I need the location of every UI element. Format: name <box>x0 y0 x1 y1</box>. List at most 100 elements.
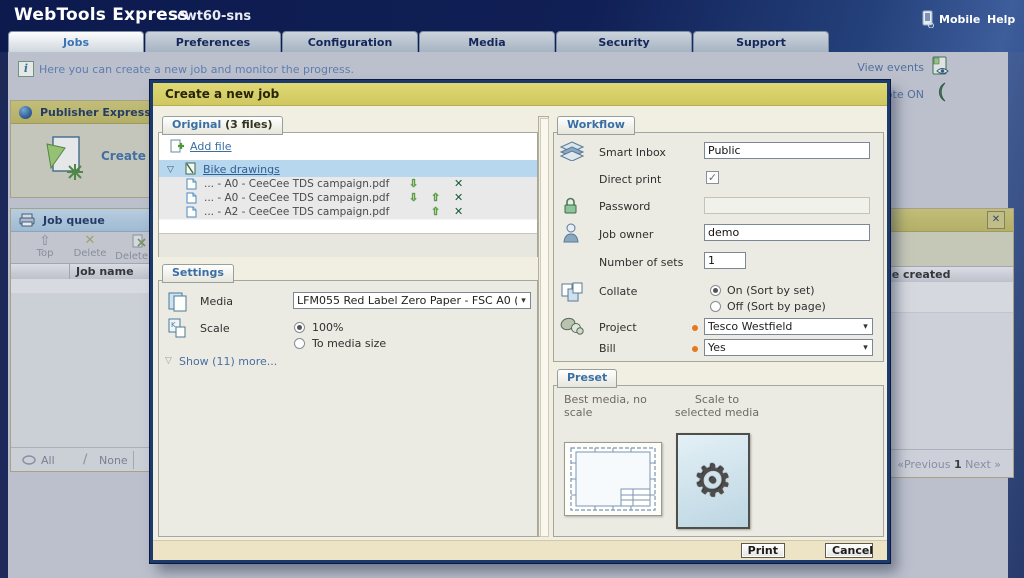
host-name: cwt60-sns <box>177 9 251 24</box>
select-none-link[interactable]: None <box>99 454 128 467</box>
delete-button[interactable]: ✕ Delete <box>67 234 113 259</box>
preset-scale-to-media-option[interactable]: ⚙ <box>676 433 750 529</box>
page-number[interactable]: 1 <box>954 458 962 471</box>
preset-group: Best media, no scale Scale to selected m… <box>553 385 884 537</box>
file-name: ... - A2 - CeeCee TDS campaign.pdf <box>204 205 389 219</box>
svg-text:K: K <box>171 321 176 329</box>
tab-preferences[interactable]: Preferences <box>145 31 281 52</box>
collate-on-label[interactable]: On (Sort by set) <box>727 284 815 297</box>
preset-best-media-option[interactable] <box>564 442 662 516</box>
project-cost-icon <box>559 315 585 335</box>
bill-select[interactable]: Yes ▾ <box>704 339 873 356</box>
project-label: Project <box>599 321 637 334</box>
printer-icon <box>19 213 35 227</box>
collate-off-label[interactable]: Off (Sort by page) <box>727 300 826 313</box>
close-panel-icon[interactable]: ✕ <box>987 211 1005 229</box>
print-button[interactable]: Print <box>741 543 785 558</box>
scrollbar-thumb[interactable] <box>540 118 549 537</box>
previous-link[interactable]: «Previous <box>897 458 950 471</box>
create-new-job-icon[interactable] <box>39 134 87 180</box>
select-none-icon: ∕ <box>83 452 87 467</box>
job-name-column[interactable]: Job name <box>76 264 134 280</box>
remove-file-icon[interactable]: ✕ <box>454 191 463 204</box>
scale-100-label[interactable]: 100% <box>312 321 343 334</box>
collate-off-radio[interactable] <box>710 301 721 312</box>
bill-required-icon <box>692 346 698 352</box>
project-required-icon <box>692 325 698 331</box>
mobile-icon <box>920 10 936 28</box>
scale-to-media-label[interactable]: To media size <box>312 337 386 350</box>
move-down-icon[interactable]: ⇩ <box>409 191 418 204</box>
remove-file-icon[interactable]: ✕ <box>454 205 463 218</box>
mobile-link[interactable]: Mobile <box>939 13 980 26</box>
scale-100-radio[interactable] <box>294 322 305 333</box>
remote-on-moon-icon <box>932 82 950 102</box>
top-button[interactable]: ⇧ Top <box>25 234 65 259</box>
file-row[interactable]: ... - A0 - CeeCee TDS campaign.pdf ⇩ ⇧ ✕ <box>159 191 537 206</box>
tab-jobs[interactable]: Jobs <box>8 31 144 52</box>
lock-icon <box>563 197 578 214</box>
number-of-sets-label: Number of sets <box>599 256 683 269</box>
original-file-count: (3 files) <box>225 118 272 131</box>
file-row[interactable]: ... - A0 - CeeCee TDS campaign.pdf ⇩ ✕ <box>159 177 537 192</box>
webtools-express-app: WebTools Express cwt60-sns Mobile Help J… <box>0 0 1024 578</box>
bill-label: Bill <box>599 342 616 355</box>
number-of-sets-input[interactable] <box>704 252 746 269</box>
info-text: Here you can create a new job and monito… <box>39 63 354 76</box>
show-more-link[interactable]: Show (11) more... <box>179 355 277 368</box>
folder-row[interactable]: ▽ Bike drawings <box>159 160 537 177</box>
show-more-expander-icon[interactable]: ▽ <box>165 356 172 366</box>
password-input <box>704 197 870 214</box>
job-owner-label: Job owner <box>599 228 653 241</box>
cancel-button[interactable]: Cancel <box>825 543 873 558</box>
tab-security[interactable]: Security <box>556 31 692 52</box>
project-select[interactable]: Tesco Westfield ▾ <box>704 318 873 335</box>
app-title: WebTools Express <box>14 5 189 25</box>
remove-file-icon[interactable]: ✕ <box>454 177 463 190</box>
publisher-express-icon <box>19 106 32 119</box>
workflow-tab: Workflow <box>557 116 635 135</box>
document-icon <box>186 206 197 218</box>
view-events-icon[interactable] <box>930 56 952 78</box>
add-file-link[interactable]: Add file <box>190 140 232 153</box>
folder-name-link[interactable]: Bike drawings <box>203 161 280 178</box>
delete-all-icon <box>131 234 147 248</box>
dialog-footer: Print Cancel <box>153 540 887 560</box>
job-owner-input[interactable] <box>704 224 870 241</box>
move-down-icon[interactable]: ⇩ <box>409 177 418 190</box>
create-new-job-dialog: Create a new job Original (3 files) Add … <box>150 80 890 563</box>
settings-tab: Settings <box>162 264 234 283</box>
media-select[interactable]: LFM055 Red Label Zero Paper - FSC A0 (84… <box>293 292 531 309</box>
collate-on-radio[interactable] <box>710 285 721 296</box>
move-up-icon[interactable]: ⇧ <box>431 191 440 204</box>
move-up-icon[interactable]: ⇧ <box>431 205 440 218</box>
scale-to-media-radio[interactable] <box>294 338 305 349</box>
document-icon <box>186 192 197 204</box>
original-tab: Original (3 files) <box>162 116 283 135</box>
help-link[interactable]: Help <box>987 13 1015 26</box>
collate-label: Collate <box>599 285 637 298</box>
direct-print-checkbox[interactable]: ✓ <box>706 171 719 184</box>
preset-tab: Preset <box>557 369 617 388</box>
add-file-icon <box>170 139 185 154</box>
smart-inbox-input[interactable] <box>704 142 870 159</box>
publisher-express-title: Publisher Express <box>40 106 151 119</box>
next-link[interactable]: Next » <box>965 458 1001 471</box>
dialog-title: Create a new job <box>153 83 887 106</box>
preset-option-1-label: Best media, no scale <box>564 393 674 419</box>
scale-label: Scale <box>200 322 230 335</box>
top-arrow-icon: ⇧ <box>25 234 65 248</box>
info-icon: i <box>18 61 34 77</box>
document-icon <box>186 178 197 190</box>
view-events-link[interactable]: View events <box>846 61 924 74</box>
tab-media[interactable]: Media <box>419 31 555 52</box>
tab-configuration[interactable]: Configuration <box>282 31 418 52</box>
scale-icon: K <box>167 318 187 338</box>
original-group: Add file ▽ Bike drawings ... - A0 - CeeC… <box>158 132 538 257</box>
dropdown-arrow-icon: ▾ <box>859 322 872 332</box>
left-column-scrollbar[interactable] <box>538 116 549 537</box>
select-all-link[interactable]: All <box>41 454 55 467</box>
drawing-frame-image <box>565 443 661 515</box>
tab-support[interactable]: Support <box>693 31 829 52</box>
file-row[interactable]: ... - A2 - CeeCee TDS campaign.pdf ⇧ ✕ <box>159 205 537 220</box>
